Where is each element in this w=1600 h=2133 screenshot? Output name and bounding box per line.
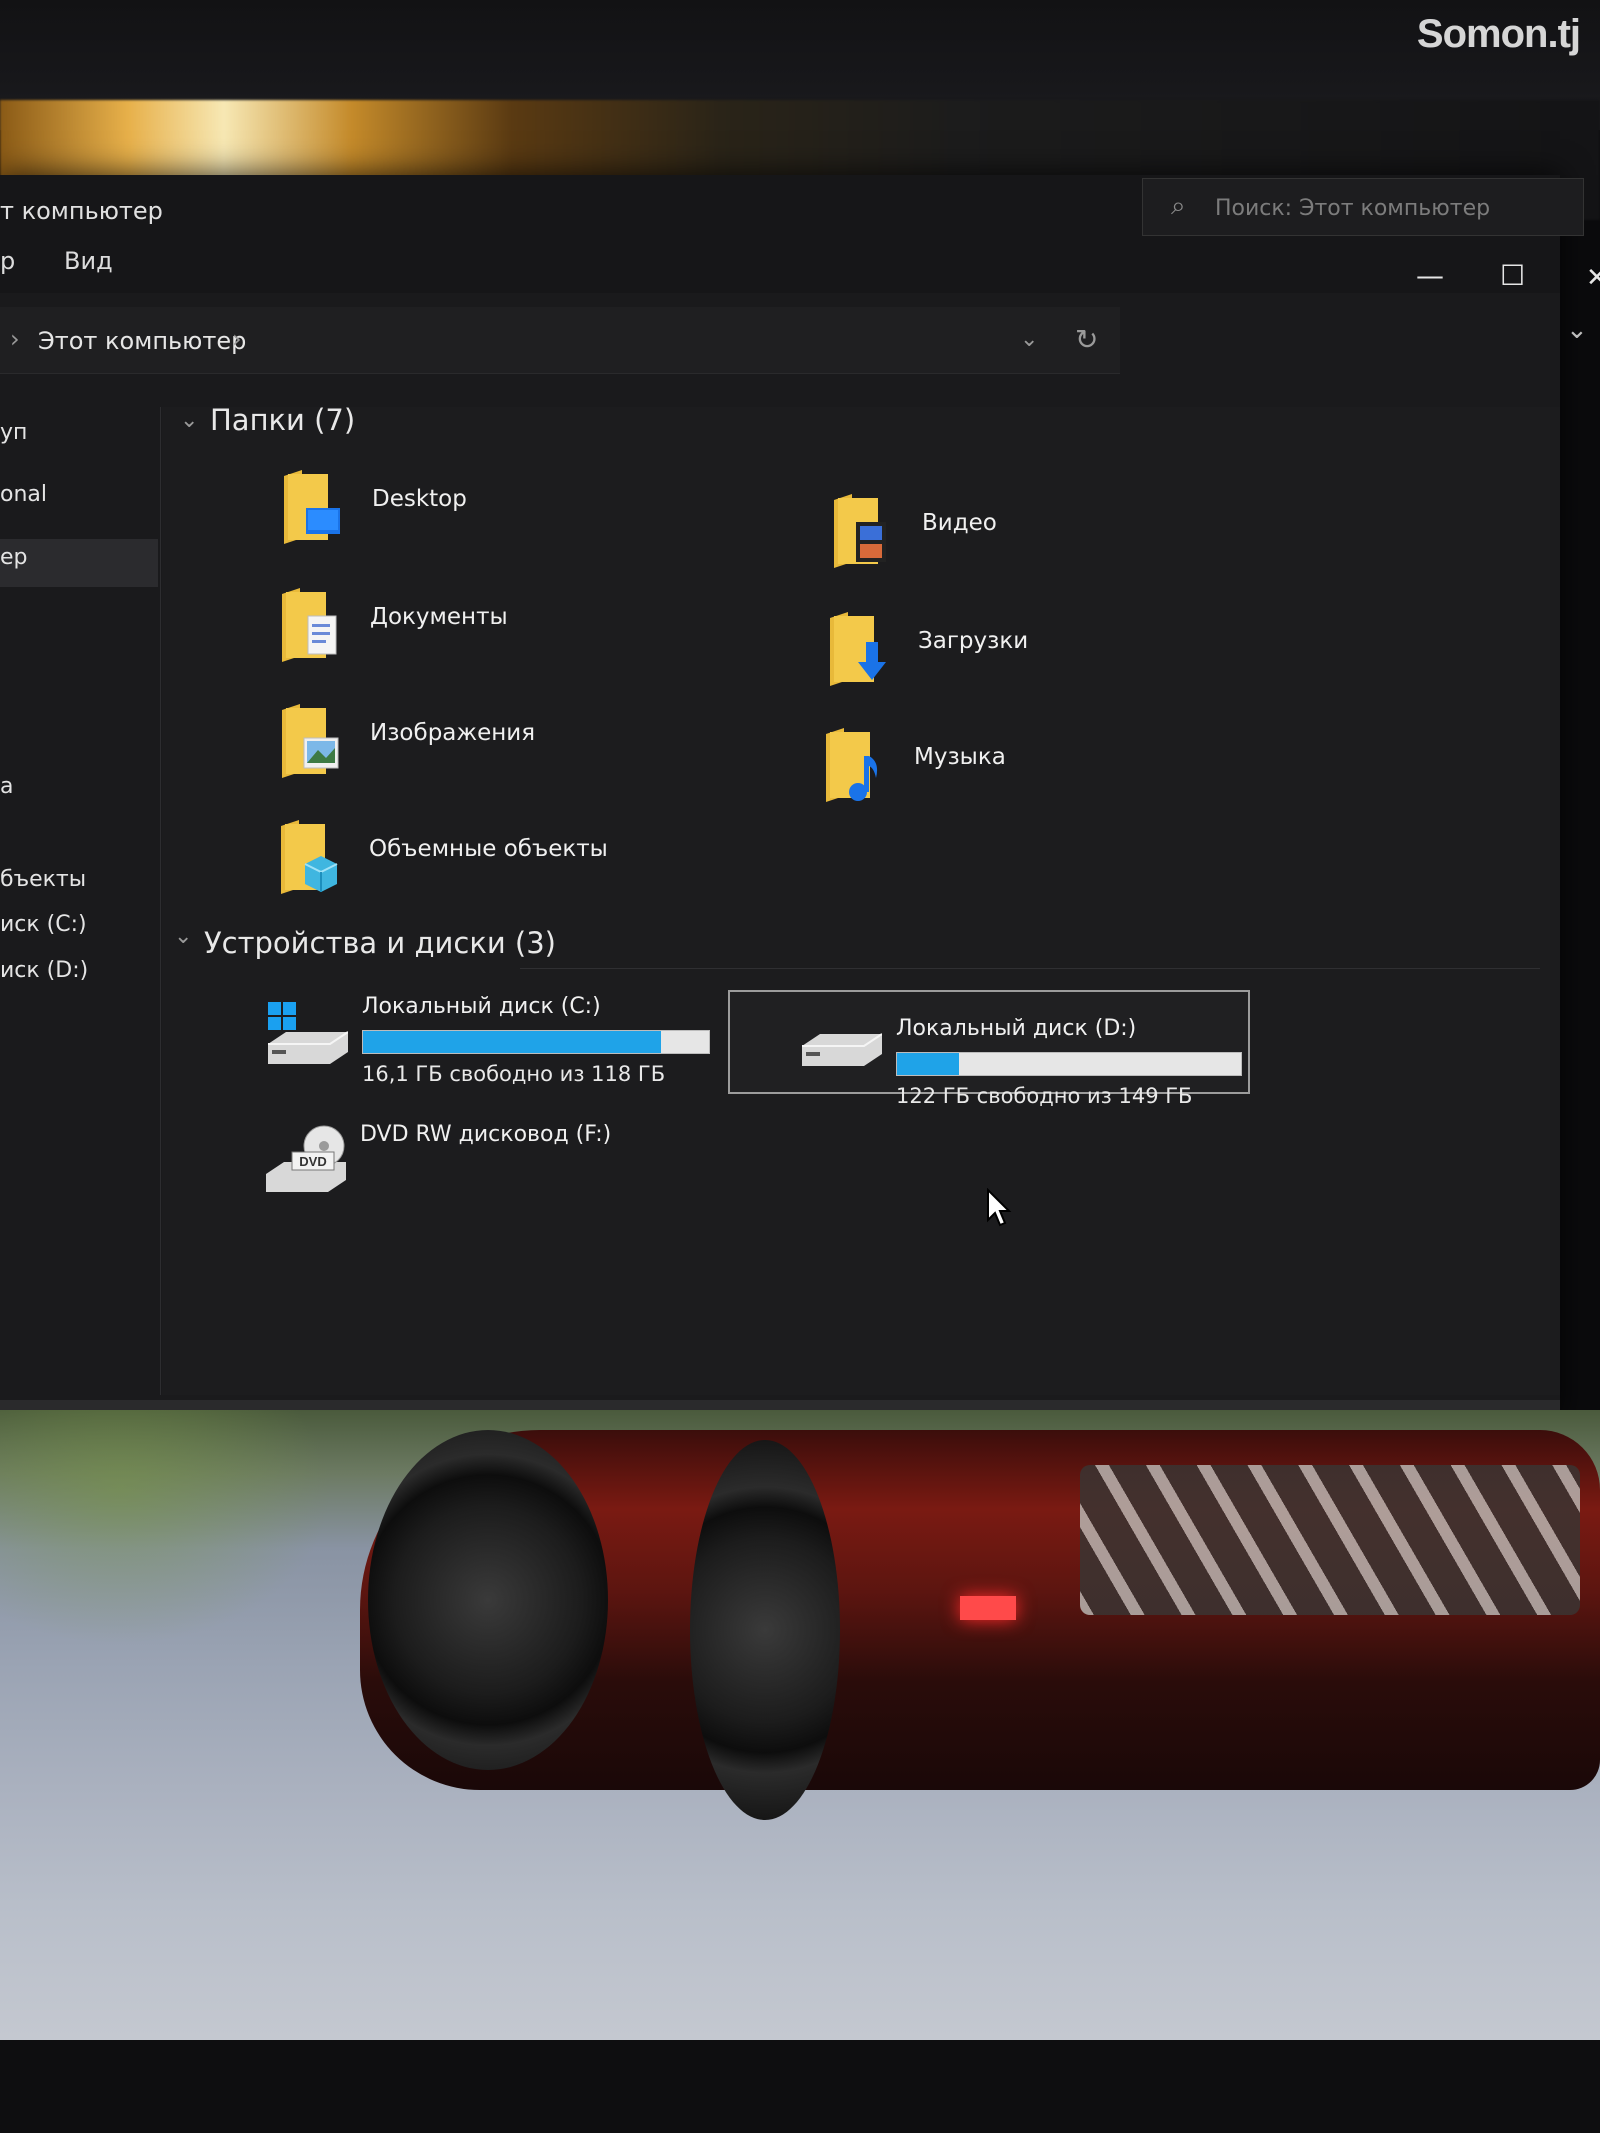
wallpaper-car-grille [1080,1465,1580,1615]
sidebar-item[interactable]: уп [0,420,27,445]
desktop-folder-icon [284,470,340,544]
chevron-down-icon[interactable]: ⌄ [1020,327,1038,352]
navigation-pane: уп onal ер а бъекты иск (C:) иск (D:) [0,407,161,1395]
folder-label: Изображения [370,720,536,746]
sidebar-item[interactable]: onal [0,482,47,507]
window-title: т компьютер [0,197,163,225]
collapse-chevron-icon[interactable]: ⌄ [180,408,198,433]
folder-label: Объемные объекты [369,836,608,862]
section-header-folders[interactable]: Папки (7) [210,403,355,437]
drive-name: DVD RW дисковод (F:) [360,1122,612,1147]
ribbon-expand-chevron-icon[interactable]: ⌄ [1566,315,1588,345]
section-divider [520,968,1540,969]
drive-name: Локальный диск (C:) [362,994,601,1019]
address-bar[interactable]: › Этот компьютер › ⌄ ↻ [0,307,1120,374]
wallpaper-car-wheel [368,1430,608,1770]
breadcrumb-this-pc[interactable]: Этот компьютер [38,327,246,355]
folder-label: Desktop [372,486,467,512]
search-input[interactable] [1213,187,1577,229]
folder-label: Музыка [914,744,1006,770]
drive-usage-fill [897,1053,959,1075]
wallpaper-car-taillight [960,1596,1016,1620]
documents-folder-icon [282,588,337,662]
mouse-cursor-icon [987,1188,1012,1227]
drive-free-space: 122 ГБ свободно из 149 ГБ [896,1084,1193,1108]
windows-drive-icon [268,1002,348,1064]
close-button[interactable]: ✕ [1586,263,1600,293]
folder-label: Загрузки [918,628,1029,654]
sidebar-item-3d-objects[interactable]: бъекты [0,867,86,892]
folder-label: Документы [370,604,508,630]
drive-usage-bar [896,1052,1242,1076]
watermark: Somon.tj [1416,12,1581,56]
section-header-devices[interactable]: Устройства и диски (3) [204,926,556,960]
videos-folder-icon [834,494,886,568]
3d-objects-folder-icon [281,820,338,894]
wallpaper-car-wheel [690,1440,840,1820]
ribbon-tab-partial[interactable]: р [0,247,15,275]
drive-usage-fill [363,1031,661,1053]
drive-free-space: 16,1 ГБ свободно из 118 ГБ [362,1062,666,1086]
maximize-button[interactable]: ☐ [1500,259,1525,292]
sidebar-item-drive-c[interactable]: иск (C:) [0,912,87,937]
breadcrumb-separator: › [10,325,20,353]
refresh-icon[interactable]: ↻ [1075,323,1098,356]
sidebar-item[interactable]: а [0,774,13,799]
breadcrumb-separator[interactable]: › [232,325,242,353]
ribbon: р Вид [0,235,1560,293]
svg-text:DVD: DVD [299,1154,326,1169]
sidebar-item-this-pc[interactable]: ер [0,545,28,570]
search-box[interactable]: ⌕ [1142,178,1584,236]
collapse-chevron-icon[interactable]: ⌄ [174,924,192,949]
search-icon: ⌕ [1171,191,1186,221]
downloads-folder-icon [830,612,886,686]
hard-drive-icon [802,1033,882,1066]
minimize-button[interactable]: — [1416,259,1444,292]
sidebar-item-drive-d[interactable]: иск (D:) [0,958,88,983]
pictures-folder-icon [282,704,339,778]
music-folder-icon [826,728,878,802]
monitor-bottom-bezel [0,2040,1600,2133]
folder-label: Видео [922,510,997,536]
drive-name: Локальный диск (D:) [896,1016,1137,1041]
dvd-drive-icon: DVD [266,1125,346,1192]
ribbon-tab-view[interactable]: Вид [64,247,113,275]
drive-usage-bar [362,1030,710,1054]
